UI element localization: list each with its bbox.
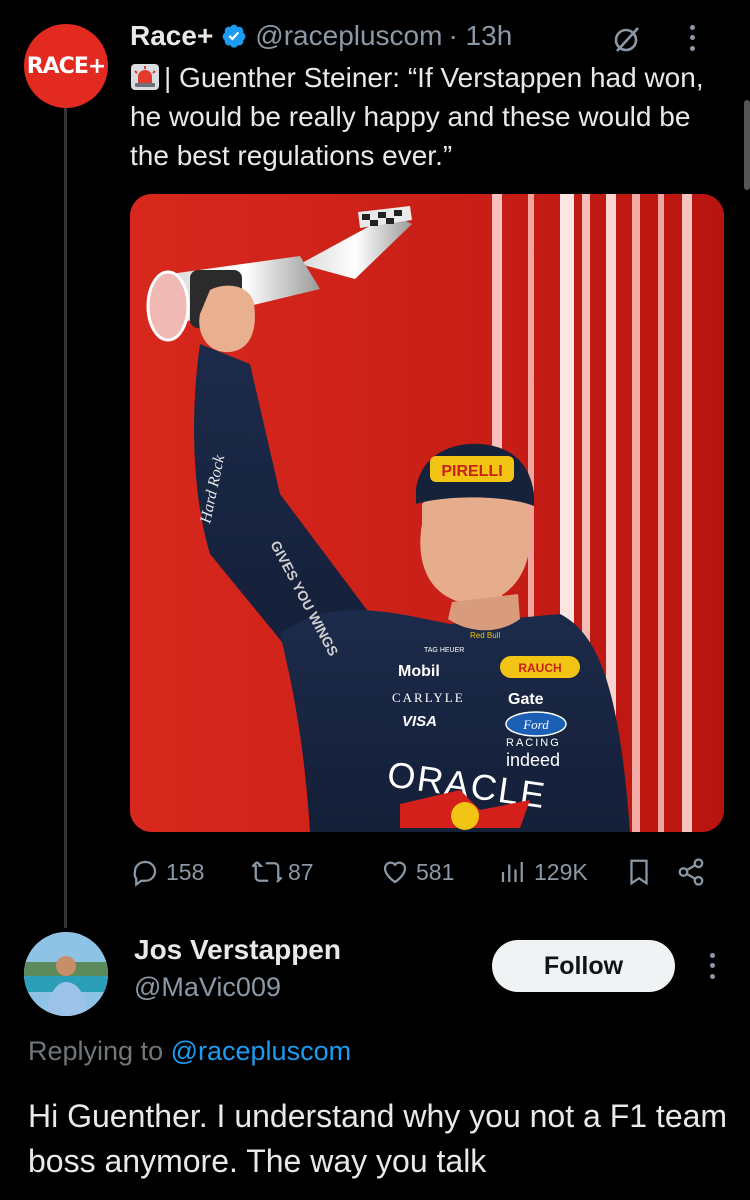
like-icon bbox=[383, 861, 407, 884]
avatar[interactable]: RACE+ bbox=[24, 24, 108, 108]
replying-prefix: Replying to bbox=[28, 1036, 164, 1066]
repost-icon bbox=[252, 861, 282, 883]
racing-logo: RACING bbox=[506, 737, 561, 749]
visa-logo: VISA bbox=[402, 713, 437, 730]
author-handle[interactable]: @racepluscom bbox=[255, 20, 442, 52]
reply-count: 158 bbox=[166, 858, 205, 885]
tweet-header: Race+ @racepluscom · 13h bbox=[130, 14, 730, 58]
reply-avatar[interactable] bbox=[24, 932, 108, 1016]
tag-logo: TAG HEUER bbox=[424, 647, 464, 654]
ford-logo: Ford bbox=[522, 717, 549, 732]
pirelli-logo: PIRELLI bbox=[441, 463, 502, 480]
bookmark-button[interactable] bbox=[624, 848, 654, 896]
rauch-logo: RAUCH bbox=[518, 661, 561, 675]
redbull-logo: Red Bull bbox=[470, 631, 500, 640]
replying-to: Replying to @racepluscom bbox=[28, 1036, 351, 1067]
views-icon bbox=[501, 862, 523, 882]
reply-button[interactable]: 158 bbox=[130, 848, 204, 896]
repost-button[interactable]: 87 bbox=[252, 848, 314, 896]
reply-more-icon[interactable] bbox=[704, 950, 720, 982]
thread-line bbox=[64, 108, 67, 928]
tweet-timestamp[interactable]: · 13h bbox=[448, 20, 512, 52]
views-count: 129K bbox=[534, 858, 588, 885]
tweet-text: | Guenther Steiner: “If Verstappen had w… bbox=[130, 62, 704, 171]
indeed-logo: indeed bbox=[506, 750, 560, 770]
reply-text: Hi Guenther. I understand why you not a … bbox=[28, 1098, 728, 1179]
grok-icon[interactable] bbox=[612, 24, 642, 54]
mobil-logo: Mobil bbox=[398, 663, 440, 680]
share-button[interactable] bbox=[676, 848, 706, 896]
reply-icon bbox=[133, 860, 157, 887]
scrollbar[interactable] bbox=[744, 100, 750, 190]
repost-count: 87 bbox=[288, 858, 314, 885]
share-icon bbox=[678, 858, 704, 886]
gate-logo: Gate bbox=[508, 691, 544, 708]
like-count: 581 bbox=[416, 858, 455, 885]
carlyle-logo: CARLYLE bbox=[392, 690, 465, 705]
replying-handle-link[interactable]: @racepluscom bbox=[171, 1036, 351, 1066]
podium-photo: PIRELLI Hard Rock GIVES YOU WINGS RAUCH … bbox=[130, 194, 724, 832]
reply-avatar-photo bbox=[24, 932, 108, 1016]
follow-button[interactable]: Follow bbox=[492, 940, 675, 992]
views-button[interactable]: 129K bbox=[498, 848, 588, 896]
reply-author-name[interactable]: Jos Verstappen bbox=[134, 934, 341, 966]
more-icon[interactable] bbox=[684, 22, 700, 54]
reply-author-handle[interactable]: @MaVic009 bbox=[134, 972, 281, 1003]
bookmark-icon bbox=[630, 859, 648, 886]
siren-emoji-icon bbox=[130, 62, 160, 90]
tweet-actions: 158 87 581 129K bbox=[130, 848, 720, 896]
tweet-text-container: | Guenther Steiner: “If Verstappen had w… bbox=[130, 58, 730, 175]
avatar-logo-text: RACE+ bbox=[26, 53, 107, 79]
author-name[interactable]: Race+ bbox=[130, 20, 213, 52]
tweet-media-image[interactable]: PIRELLI Hard Rock GIVES YOU WINGS RAUCH … bbox=[130, 194, 724, 832]
like-button[interactable]: 581 bbox=[380, 848, 454, 896]
verified-badge-icon bbox=[221, 23, 247, 49]
